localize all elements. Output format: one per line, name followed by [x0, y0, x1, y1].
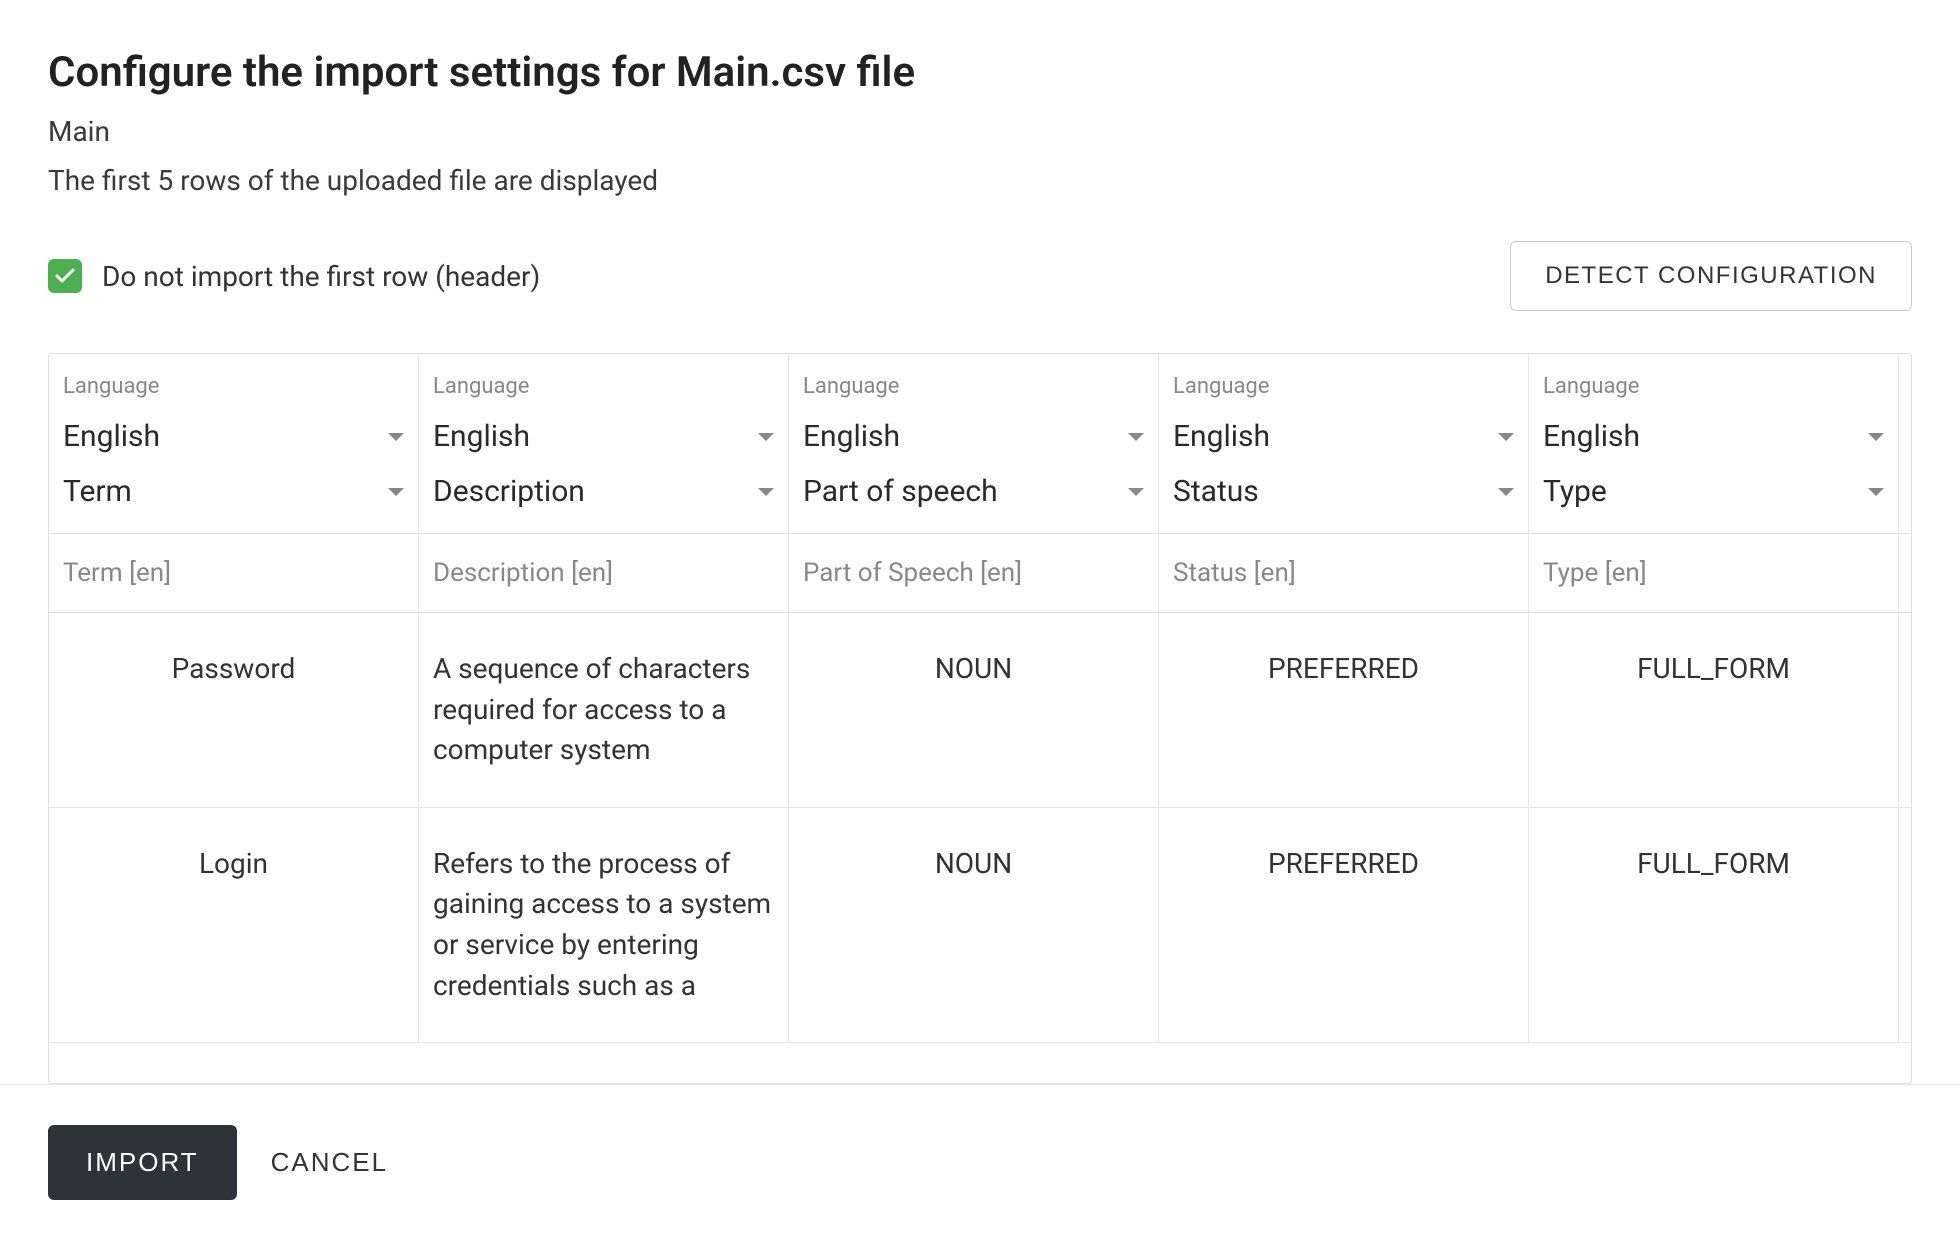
- header-label: Part of Speech [en]: [803, 558, 1144, 588]
- dialog-content: Configure the import settings for Main.c…: [0, 0, 1960, 1084]
- header-label: Status [en]: [1173, 558, 1514, 588]
- language-field-label: Language: [803, 374, 1144, 399]
- skip-header-checkbox[interactable]: [48, 259, 82, 293]
- table-cell: NOUN: [789, 808, 1159, 1042]
- column-config: Language English Term: [49, 354, 419, 533]
- column-config: Language English Part of speech: [789, 354, 1159, 533]
- chevron-down-icon: [1868, 488, 1884, 496]
- table-cell: PREFERRED: [1159, 808, 1529, 1042]
- page-title: Configure the import settings for Main.c…: [48, 48, 1912, 97]
- table-cell: A sequence of characters required for ac…: [419, 613, 789, 807]
- field-dropdown[interactable]: Status: [1173, 464, 1514, 519]
- column-header: Term [en]: [49, 534, 419, 612]
- column-header-partial: Ger: [1899, 534, 1911, 612]
- field-value: Term: [63, 474, 132, 509]
- options-row: Do not import the first row (header) DET…: [48, 241, 1912, 311]
- column-header: Type [en]: [1529, 534, 1899, 612]
- preview-table: Language English Term Language: [48, 353, 1912, 1084]
- import-button[interactable]: IMPORT: [48, 1125, 237, 1200]
- language-value: English: [1173, 419, 1270, 454]
- import-config-dialog: Configure the import settings for Main.c…: [0, 0, 1960, 1240]
- language-field-label: Language: [1173, 374, 1514, 399]
- table-cell: PREFERRED: [1159, 613, 1529, 807]
- table-row: Login Refers to the process of gaining a…: [49, 808, 1911, 1043]
- field-value: Status: [1173, 474, 1259, 509]
- table-cell-partial: NEU: [1899, 808, 1911, 1042]
- column-config-row: Language English Term Language: [49, 354, 1911, 534]
- cancel-button[interactable]: CANCEL: [271, 1147, 388, 1178]
- header-label: Type [en]: [1543, 558, 1884, 588]
- language-dropdown[interactable]: English: [1173, 409, 1514, 464]
- column-header: Part of Speech [en]: [789, 534, 1159, 612]
- field-dropdown[interactable]: Description: [433, 464, 774, 519]
- column-header: Status [en]: [1159, 534, 1529, 612]
- field-value: Type: [1543, 474, 1607, 509]
- table-cell: FULL_FORM: [1529, 808, 1899, 1042]
- table-cell: Refers to the process of gaining access …: [419, 808, 789, 1042]
- language-field-label: Language: [63, 374, 404, 399]
- field-dropdown[interactable]: Type: [1543, 464, 1884, 519]
- field-dropdown[interactable]: Term: [63, 464, 404, 519]
- chevron-down-icon: [388, 488, 404, 496]
- field-dropdown[interactable]: Part of speech: [803, 464, 1144, 519]
- detect-configuration-button[interactable]: DETECT CONFIGURATION: [1510, 241, 1912, 311]
- table-scroll[interactable]: Language English Term Language: [49, 354, 1911, 1083]
- table-cell: Login: [49, 808, 419, 1042]
- column-config-partial: Lan Eng Ger: [1899, 354, 1911, 533]
- column-config: Language English Type: [1529, 354, 1899, 533]
- language-value: English: [433, 419, 530, 454]
- column-config: Language English Status: [1159, 354, 1529, 533]
- language-value: English: [63, 419, 160, 454]
- table-cell-partial: NEU: [1899, 613, 1911, 807]
- column-config: Language English Description: [419, 354, 789, 533]
- table-cell: NOUN: [789, 613, 1159, 807]
- chevron-down-icon: [1498, 488, 1514, 496]
- skip-header-label: Do not import the first row (header): [102, 260, 540, 293]
- chevron-down-icon: [1128, 488, 1144, 496]
- table-cell: Password: [49, 613, 419, 807]
- chevron-down-icon: [758, 433, 774, 441]
- language-dropdown[interactable]: English: [1543, 409, 1884, 464]
- preview-description: The first 5 rows of the uploaded file ar…: [48, 164, 1912, 197]
- column-header: Description [en]: [419, 534, 789, 612]
- language-dropdown[interactable]: English: [433, 409, 774, 464]
- column-header-row: Term [en] Description [en] Part of Speec…: [49, 534, 1911, 613]
- language-value: English: [803, 419, 900, 454]
- chevron-down-icon: [388, 433, 404, 441]
- table-row: Password A sequence of characters requir…: [49, 613, 1911, 808]
- chevron-down-icon: [1498, 433, 1514, 441]
- field-value: Description: [433, 474, 585, 509]
- header-label: Description [en]: [433, 558, 774, 588]
- language-value: English: [1543, 419, 1640, 454]
- language-field-label: Language: [433, 374, 774, 399]
- language-dropdown[interactable]: English: [63, 409, 404, 464]
- checkmark-icon: [53, 264, 77, 288]
- language-field-label: Language: [1543, 374, 1884, 399]
- chevron-down-icon: [1868, 433, 1884, 441]
- language-dropdown[interactable]: English: [803, 409, 1144, 464]
- file-name-label: Main: [48, 115, 1912, 148]
- header-label: Term [en]: [63, 558, 404, 588]
- dialog-footer: IMPORT CANCEL: [0, 1084, 1960, 1240]
- field-value: Part of speech: [803, 474, 998, 509]
- chevron-down-icon: [1128, 433, 1144, 441]
- table-cell: FULL_FORM: [1529, 613, 1899, 807]
- skip-header-option: Do not import the first row (header): [48, 259, 540, 293]
- chevron-down-icon: [758, 488, 774, 496]
